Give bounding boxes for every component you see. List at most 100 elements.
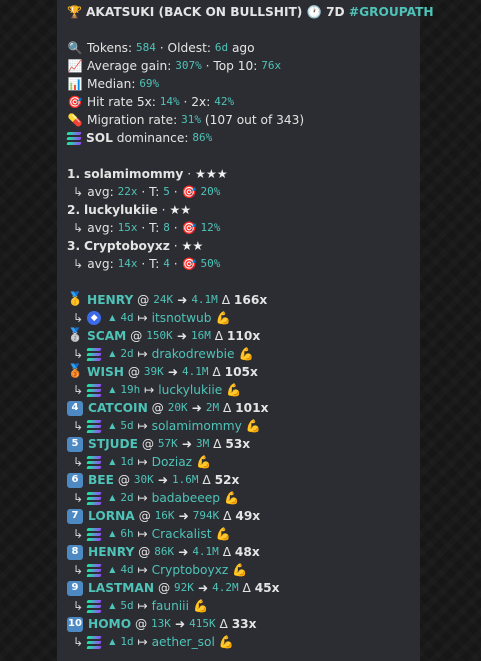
delta-icon: Δ [212, 365, 221, 379]
token-name[interactable]: BEE [88, 471, 114, 489]
token-detail-row: ↳ ▲ 2d ↦ badabeeep 💪 [67, 489, 420, 507]
token-name[interactable]: LORNA [88, 507, 135, 525]
token-detail-row: ↳ ▲ 19h ↦ luckylukiie 💪 [67, 381, 420, 399]
mapsto-icon: ↦ [137, 419, 148, 433]
mapsto-icon: ↦ [137, 347, 148, 361]
caller-rank: 2. [67, 203, 81, 217]
avg-label: avg: [87, 221, 114, 235]
caller-link[interactable]: solamimommy [152, 417, 242, 435]
hitrate-label: Hit rate 5x: [87, 95, 156, 109]
caller-link[interactable]: badabeeep [152, 489, 220, 507]
token-age: 4d [120, 563, 134, 576]
top10-value: 76x [261, 59, 282, 72]
caller-name[interactable]: solamimommy [84, 165, 183, 183]
arrow-icon: ➜ [176, 329, 187, 343]
period-label: 7D [326, 5, 345, 19]
chart-up-icon: 📈 [67, 59, 83, 73]
triangle-icon: ▲ [109, 529, 116, 538]
arrow-icon: ➜ [191, 401, 202, 415]
token-peak-mcap: 4.1M [192, 545, 219, 558]
token-name[interactable]: HENRY [88, 543, 134, 561]
caller-link[interactable]: Cryptoboyxz [152, 561, 229, 579]
median-label: Median: [87, 77, 136, 91]
token-age: 5d [120, 599, 134, 612]
token-row: 🥉 WISH @ 39K ➜ 4.1M Δ 105x [67, 363, 420, 381]
t-label: T: [149, 185, 160, 199]
caller-link[interactable]: drakodrewbie [152, 345, 235, 363]
caller-rank: 3. [67, 239, 81, 253]
hitrate5-value: 14% [159, 95, 180, 108]
t-value: 5 [163, 185, 170, 198]
token-multiplier: 45x [254, 581, 280, 595]
caller-stats-row: ↳ avg: 14x · T: 4 · 🎯 50% [67, 255, 420, 273]
arrow-icon: ➜ [178, 545, 189, 559]
token-name[interactable]: STJUDE [88, 435, 138, 453]
caller-link[interactable]: Crackalist [152, 525, 212, 543]
token-detail-row: ↳ ▲ 5d ↦ fauniii 💪 [67, 597, 420, 615]
separator: · [141, 257, 146, 271]
triangle-icon: ▲ [109, 493, 116, 502]
solana-icon [86, 563, 102, 577]
delta-icon: Δ [219, 617, 228, 631]
token-multiplier: 48x [234, 545, 260, 559]
message-header: 🏆 AKATSUKI (BACK ON BULLSHIT) 🕐 7D #GROU… [67, 3, 434, 21]
caller-stars: ★★ [181, 239, 204, 253]
dominance-value: 86% [192, 131, 213, 144]
token-age: 1d [120, 455, 134, 468]
caller-link[interactable]: fauniii [152, 597, 189, 615]
magnifier-icon: 🔍 [67, 41, 83, 55]
separator: · [161, 203, 166, 217]
token-row: 5 STJUDE @ 57K ➜ 3M Δ 53x [67, 435, 420, 453]
t-label: T: [149, 221, 160, 235]
token-age: 2d [120, 347, 134, 360]
separator: · [173, 221, 178, 235]
delta-icon: Δ [214, 329, 224, 343]
solana-icon [86, 455, 102, 469]
arrow-icon: ➜ [177, 293, 188, 307]
stat-hit-rate: 🎯 Hit rate 5x: 14% · 2x: 42% [67, 93, 420, 111]
token-start-mcap: 16K [154, 509, 175, 522]
top-tokens-list: 🥇 HENRY @ 24K ➜ 4.1M Δ 166x ↳ ◆ ▲ 4d ↦ itsnotwu… [67, 291, 420, 651]
rank-keycap-icon: 8 [67, 544, 83, 560]
at-sign: @ [151, 401, 164, 415]
caller-link[interactable]: itsnotwub [152, 309, 212, 327]
token-name[interactable]: WISH [87, 363, 124, 381]
caller-name[interactable]: Cryptoboyxz [84, 237, 170, 255]
avg-value: 22x [117, 185, 138, 198]
avg-label: avg: [87, 185, 114, 199]
arrow-icon: ➜ [167, 365, 178, 379]
token-detail-row: ↳ ▲ 1d ↦ aether_sol 💪 [67, 633, 420, 651]
token-detail-row: ↳ ▲ 1d ↦ Doziaz 💪 [67, 453, 420, 471]
mapsto-icon: ↦ [137, 599, 148, 613]
token-multiplier: 105x [224, 365, 258, 379]
token-name[interactable]: HOMO [88, 615, 131, 633]
token-name[interactable]: HENRY [87, 291, 133, 309]
token-name[interactable]: SCAM [87, 327, 126, 345]
triangle-icon: ▲ [109, 349, 116, 358]
at-sign: @ [130, 329, 143, 343]
hook-icon: ↳ [73, 491, 84, 505]
strong-arm-icon: 💪 [215, 527, 231, 541]
t-value: 4 [163, 257, 170, 270]
tokens-value: 584 [136, 41, 156, 54]
hit-value: 12% [200, 221, 221, 234]
token-detail-row: ↳ ▲ 5d ↦ solamimommy 💪 [67, 417, 420, 435]
token-multiplier: 166x [233, 293, 268, 307]
token-name[interactable]: LASTMAN [88, 579, 154, 597]
at-sign: @ [157, 581, 171, 595]
hook-icon: ↳ [73, 419, 84, 433]
caller-link[interactable]: Doziaz [152, 453, 193, 471]
caller-stars: ★★★ [194, 167, 228, 181]
arrow-icon: ➜ [157, 473, 168, 487]
token-multiplier: 49x [235, 509, 261, 523]
caller-link[interactable]: aether_sol [152, 633, 215, 651]
token-name[interactable]: CATCOIN [88, 399, 148, 417]
hook-icon: ↳ [73, 635, 84, 649]
caller-link[interactable]: luckylukiie [158, 381, 222, 399]
message-bubble: 🏆 AKATSUKI (BACK ON BULLSHIT) 🕐 7D #GROU… [57, 0, 434, 661]
caller-name[interactable]: luckylukiie [84, 201, 158, 219]
stat-average-gain: 📈 Average gain: 307% · Top 10: 76x [67, 57, 420, 75]
hashtag-link[interactable]: #GROUPATH [349, 3, 434, 21]
rank-keycap-icon: 5 [67, 436, 83, 452]
migration-value: 31% [181, 113, 201, 126]
